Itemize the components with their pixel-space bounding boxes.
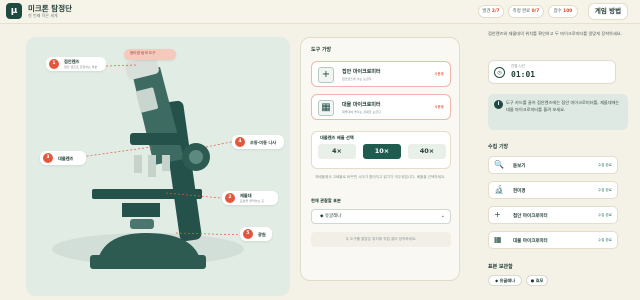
logo-icon: μ	[6, 3, 22, 19]
grid-icon: ▦	[494, 235, 502, 244]
info-icon: i	[494, 100, 503, 109]
zoom-10x-button[interactable]: 10×	[363, 144, 401, 159]
zoom-40x-button[interactable]: 40×	[408, 144, 446, 159]
zoom-4x-button[interactable]: 4×	[318, 144, 356, 159]
timer-card: ◷ 관찰 시간 01:01	[488, 60, 616, 84]
crosshair-icon: +	[318, 67, 334, 83]
info-box: i 도구 카드를 끌어 접안렌즈에는 접안 마이크로미터를, 재물대에는 대물 …	[488, 94, 628, 130]
microscope-illustration	[52, 56, 245, 269]
tool-bag-panel: 도구 가방 + 접안 마이크로미터 접안렌즈에 넣는 눈금자 사용중 ▦ 대물 …	[300, 37, 460, 281]
callout-stage[interactable]: 2 재물대 표본을 올려놓는 곳	[222, 191, 278, 205]
microscope-stage: 현미경 탐색 도구 1 접안렌즈 접안 렌즈로 관찰하는 부분 2 재물대 표본을 올려…	[26, 37, 290, 296]
collected-ocular-micrometer[interactable]: + 접안 마이크로미터 수집 완료	[488, 206, 618, 224]
collected-stage-micrometer[interactable]: ▦ 대물 마이크로미터 수집 완료	[488, 231, 618, 249]
specimen-yeast[interactable]: ● 효모	[526, 275, 548, 286]
callout-eyepiece[interactable]: 1 접안렌즈 접안 렌즈로 관찰하는 부분	[46, 57, 106, 71]
found-stat: 발견 2/7	[478, 5, 504, 18]
zoom-selector: 대물렌즈 배율 선택 4× 10× 40×	[311, 131, 451, 169]
specimen-title: 표본 보관함	[488, 264, 513, 270]
microscope-icon: 🔬	[494, 185, 504, 194]
how-to-play-button[interactable]: 게임 방법	[588, 3, 628, 20]
tool-stage-micrometer[interactable]: ▦ 대물 마이크로미터 재물대에 올리는 정확한 눈금자 사용중	[311, 94, 451, 120]
drag-hint: 두 도구를 알맞은 위치에 직접 끌어 장착하세요.	[311, 232, 451, 247]
chevron-down-icon: ⌄	[440, 213, 445, 219]
collected-magnifier[interactable]: 🔍 돋보기 수집 완료	[488, 156, 618, 174]
crosshair-icon: +	[494, 210, 501, 219]
score-stat: 점수 100	[548, 5, 578, 18]
clock-icon: ◷	[494, 67, 505, 78]
sample-label: 현재 관찰할 표본	[311, 198, 341, 203]
grid-icon: ▦	[318, 100, 334, 116]
callout-light[interactable]: 5 광원	[240, 227, 272, 241]
zoom-title: 대물렌즈 배율 선택	[320, 135, 354, 140]
app-subtitle: 첫 번째 작은 세계	[28, 13, 58, 18]
collection-title: 수집 기방	[488, 144, 509, 150]
side-intro: 접안렌즈와 재물대의 위치를 확인하고 두 마이크로미터를 알맞게 장착하세요.	[488, 31, 622, 36]
top-bar: μ 미크론 탐정단 첫 번째 작은 세계 발견 2/7 측정 완료 0/7 점수…	[0, 0, 640, 24]
top-tool-label: 현미경 탐색 도구	[124, 49, 176, 60]
collected-microscope[interactable]: 🔬 현미경 수집 완료	[488, 181, 618, 199]
tool-ocular-micrometer[interactable]: + 접안 마이크로미터 접안렌즈에 넣는 눈금자 사용중	[311, 61, 451, 87]
timer-value: 01:01	[511, 70, 536, 79]
tool-bag-title: 도구 가방	[311, 47, 332, 53]
specimen-euglena[interactable]: ◆ 유글레나	[488, 275, 522, 286]
callout-focus-knob[interactable]: 4 조동·미동 나사	[232, 135, 284, 149]
sample-select[interactable]: ◆ 유글레나 ⌄	[311, 209, 451, 224]
zoom-note: 저배율에서 고배율로 바꾸면 시야가 좁아지고 밝기가 어두워집니다. 배율을 …	[315, 175, 446, 179]
magnifier-icon: 🔍	[494, 160, 504, 169]
callout-objective[interactable]: 3 대물렌즈	[40, 151, 86, 165]
measure-stat: 측정 완료 0/7	[508, 5, 544, 18]
